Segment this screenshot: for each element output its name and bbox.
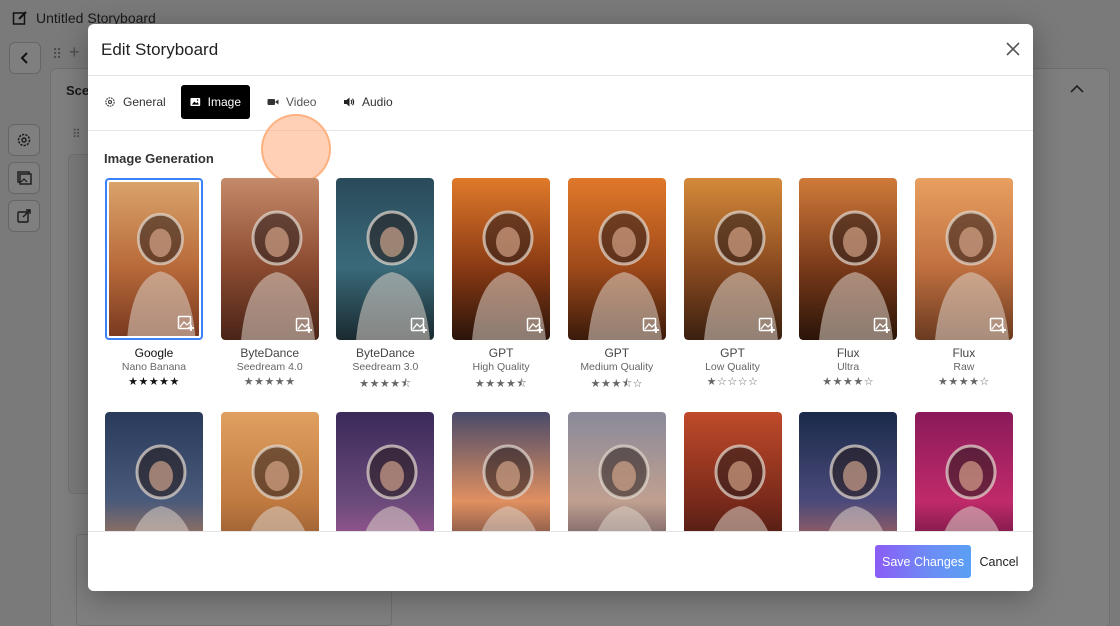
model-name: Flux xyxy=(952,346,976,360)
tab-audio-label: Audio xyxy=(362,95,393,109)
model-card[interactable]: GPT High Quality ★★★★⯪ xyxy=(452,178,551,394)
tab-video-label: Video xyxy=(286,95,317,109)
modal-title: Edit Storyboard xyxy=(101,40,219,59)
model-card[interactable] xyxy=(452,412,551,531)
model-card[interactable]: GPT Medium Quality ★★★⯪☆ xyxy=(567,178,666,394)
tab-general-label: General xyxy=(123,95,166,109)
image-add-icon[interactable] xyxy=(873,316,891,334)
model-thumbnail[interactable] xyxy=(914,412,1013,531)
image-add-icon[interactable] xyxy=(295,316,313,334)
image-add-icon[interactable] xyxy=(410,316,428,334)
astronaut-thumbnail xyxy=(105,412,203,531)
rating-stars: ★★★⯪☆ xyxy=(590,378,643,390)
model-card[interactable]: ByteDance Seedream 3.0 ★★★★⯪ xyxy=(336,178,435,394)
model-thumbnail[interactable] xyxy=(336,412,435,531)
model-thumbnail[interactable] xyxy=(567,178,666,340)
image-add-icon[interactable] xyxy=(526,316,544,334)
tab-general[interactable]: General xyxy=(95,85,175,119)
astronaut-thumbnail xyxy=(452,412,551,531)
model-variant: High Quality xyxy=(472,361,530,373)
model-thumbnail[interactable] xyxy=(105,178,203,340)
model-thumbnail[interactable] xyxy=(452,178,551,340)
edit-storyboard-modal: Edit Storyboard General Image Video Audi… xyxy=(88,24,1033,591)
close-icon[interactable] xyxy=(1005,41,1021,57)
image-add-icon[interactable] xyxy=(177,314,195,332)
model-thumbnail[interactable] xyxy=(914,178,1013,340)
model-thumbnail[interactable] xyxy=(220,412,319,531)
model-thumbnail[interactable] xyxy=(452,412,551,531)
astronaut-thumbnail xyxy=(336,412,435,531)
astronaut-thumbnail xyxy=(683,412,782,531)
model-name: GPT xyxy=(720,346,745,360)
rating-stars: ★★★★☆ xyxy=(937,376,990,388)
model-variant: Seedream 4.0 xyxy=(236,361,303,373)
model-variant: Seedream 3.0 xyxy=(352,361,419,373)
model-name: GPT xyxy=(488,346,514,360)
modal-header: Edit Storyboard xyxy=(88,24,1033,76)
astronaut-thumbnail xyxy=(799,412,898,531)
astronaut-thumbnail xyxy=(567,412,666,531)
model-card[interactable] xyxy=(567,412,666,531)
rating-stars: ★★★★★ xyxy=(243,376,296,388)
model-variant: Low Quality xyxy=(705,361,760,373)
model-variant: Medium Quality xyxy=(580,361,654,373)
astronaut-thumbnail xyxy=(220,412,319,531)
tab-bar: General Image Video Audio xyxy=(88,76,1033,184)
image-add-icon[interactable] xyxy=(989,316,1007,334)
model-card[interactable] xyxy=(683,412,782,531)
model-thumbnail[interactable] xyxy=(683,412,782,531)
rating-stars: ★★★★★ xyxy=(128,376,180,388)
model-name: ByteDance xyxy=(240,346,300,360)
gear-icon xyxy=(105,97,115,107)
model-card[interactable] xyxy=(336,412,435,531)
model-thumbnail[interactable] xyxy=(799,178,898,340)
model-variant: Ultra xyxy=(837,361,860,373)
cancel-button[interactable]: Cancel xyxy=(973,545,1025,578)
model-card[interactable]: Flux Raw ★★★★☆ xyxy=(914,178,1013,388)
modal-footer: Save Changes Cancel xyxy=(88,531,1033,591)
model-name: Flux xyxy=(836,346,860,360)
image-icon xyxy=(190,98,201,106)
rating-stars: ★★★★⯪ xyxy=(474,378,528,390)
model-card[interactable]: Flux Ultra ★★★★☆ xyxy=(799,178,898,388)
tab-video[interactable]: Video xyxy=(258,85,325,119)
model-card[interactable] xyxy=(220,412,319,531)
image-add-icon[interactable] xyxy=(642,316,660,334)
model-variant: Nano Banana xyxy=(121,361,187,373)
astronaut-thumbnail xyxy=(109,182,199,336)
rating-stars: ★★★★⯪ xyxy=(359,378,412,390)
model-card[interactable] xyxy=(799,412,898,531)
rating-stars: ★★★★☆ xyxy=(822,376,875,388)
speaker-icon xyxy=(344,97,355,107)
model-thumbnail[interactable] xyxy=(799,412,898,531)
model-name: GPT xyxy=(604,346,630,360)
model-card[interactable]: GPT Low Quality ★☆☆☆☆ xyxy=(683,178,782,388)
model-thumbnail[interactable] xyxy=(220,178,319,340)
modal-content: Image Generation Google Nano Banana ★★★★… xyxy=(88,132,1033,531)
model-card[interactable]: Google Nano Banana ★★★★★ xyxy=(105,178,203,388)
save-changes-button[interactable]: Save Changes xyxy=(875,545,971,578)
model-variant: Raw xyxy=(953,361,975,373)
model-name: ByteDance xyxy=(356,346,415,360)
model-thumbnail[interactable] xyxy=(683,178,782,340)
model-name: Google xyxy=(134,346,174,360)
section-title: Image Generation xyxy=(104,151,214,166)
tab-image-label: Image xyxy=(207,95,241,109)
model-card[interactable] xyxy=(914,412,1013,531)
model-card[interactable] xyxy=(105,412,203,531)
rating-stars: ★☆☆☆☆ xyxy=(706,376,759,388)
video-camera-icon xyxy=(267,99,279,105)
astronaut-thumbnail xyxy=(914,412,1013,531)
tab-audio[interactable]: Audio xyxy=(334,85,402,119)
image-add-icon[interactable] xyxy=(758,316,776,334)
model-card[interactable]: ByteDance Seedream 4.0 ★★★★★ xyxy=(220,178,319,388)
tab-image[interactable]: Image xyxy=(181,85,250,119)
model-thumbnail[interactable] xyxy=(567,412,666,531)
model-thumbnail[interactable] xyxy=(105,412,203,531)
model-thumbnail[interactable] xyxy=(336,178,435,340)
